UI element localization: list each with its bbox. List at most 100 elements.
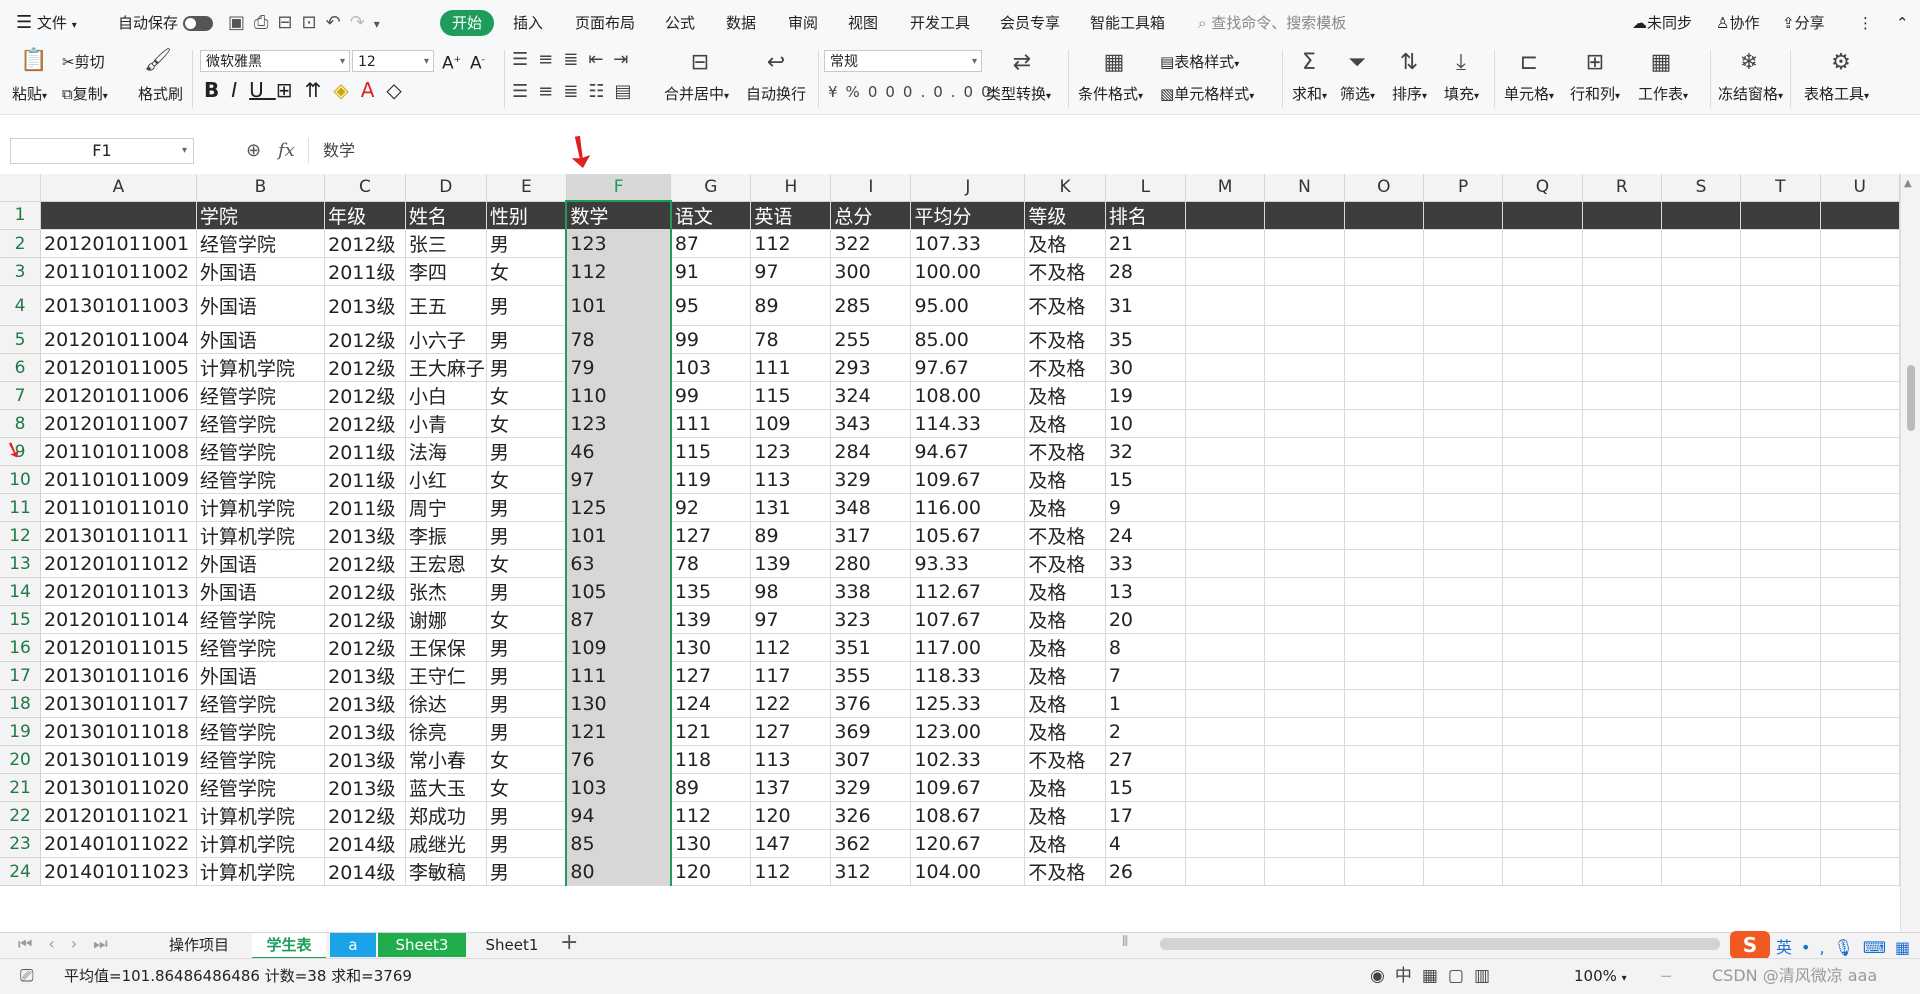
table-cell[interactable] [1502,829,1583,858]
table-cell[interactable] [1264,577,1345,606]
table-cell[interactable] [1344,661,1424,690]
table-cell[interactable] [1820,381,1900,410]
table-cell[interactable] [1423,661,1504,690]
table-cell[interactable]: 女 [486,409,567,438]
sogou-ime-logo-icon[interactable]: S [1730,931,1770,959]
table-cell[interactable]: 112 [750,857,832,886]
table-cell[interactable] [1661,353,1742,382]
table-cell[interactable]: 及格 [1024,465,1106,494]
table-cell[interactable]: 326 [830,801,912,830]
table-cell[interactable]: 2011级 [324,465,406,494]
table-cell[interactable] [1820,801,1900,830]
grid-menu-icon[interactable]: ▦ [1895,938,1919,957]
table-cell[interactable] [1740,829,1821,858]
table-cell[interactable] [1185,549,1266,578]
table-cell[interactable] [1661,493,1742,522]
align-left-icon[interactable]: ☰ [512,81,538,102]
table-cell[interactable]: 120.67 [910,829,1026,858]
share-button[interactable]: ⇪分享 [1782,10,1825,36]
table-cell[interactable]: 不及格 [1024,257,1106,286]
table-cell[interactable]: 285 [830,285,912,326]
table-cell[interactable]: 317 [830,521,912,550]
table-cell[interactable]: 338 [830,577,912,606]
table-cell[interactable]: 女 [486,257,567,286]
table-cell[interactable] [1502,493,1583,522]
table-cell[interactable] [1502,801,1583,830]
table-cell[interactable] [1820,689,1900,718]
table-cell[interactable]: 107.67 [910,605,1026,634]
table-cell[interactable] [1185,437,1266,466]
table-cell[interactable]: 109 [565,633,672,662]
table-cell[interactable]: 2 [1105,717,1186,746]
table-cell[interactable]: 130 [565,689,672,718]
table-cell[interactable]: 2011级 [324,437,406,466]
more-icon[interactable]: ▾ [374,17,389,31]
table-cell[interactable] [1423,857,1504,886]
filter-button[interactable]: 筛选▾ [1340,84,1375,107]
table-cell[interactable] [1185,381,1266,410]
header-cell[interactable] [1185,201,1266,230]
table-cell[interactable]: 280 [830,549,912,578]
table-cell[interactable]: 130 [670,633,752,662]
table-cell[interactable]: 31 [1105,285,1186,326]
table-cell[interactable]: 348 [830,493,912,522]
table-cell[interactable]: 92 [670,493,752,522]
print-icon[interactable]: ⊟ [277,12,301,33]
tab-home[interactable]: 开始 [440,10,495,36]
table-cell[interactable] [1820,325,1900,354]
table-cell[interactable]: 324 [830,381,912,410]
table-cell[interactable]: 不及格 [1024,549,1106,578]
row-header[interactable]: 5 [0,325,42,354]
table-cell[interactable]: 98 [750,577,832,606]
table-cell[interactable]: 及格 [1024,829,1106,858]
table-cell[interactable]: 100.00 [910,257,1026,286]
table-cell[interactable]: 121 [670,717,752,746]
header-cell[interactable]: 总分 [830,201,912,230]
column-header-h[interactable]: H [750,174,832,202]
table-cell[interactable] [1502,229,1583,258]
table-cell[interactable]: 女 [486,605,567,634]
table-cell[interactable] [1661,773,1742,802]
table-cell[interactable] [1582,577,1662,606]
table-cell[interactable]: 不及格 [1024,521,1106,550]
table-cell[interactable]: 1 [1105,689,1186,718]
table-cell[interactable]: 80 [565,857,672,886]
table-cell[interactable]: 蓝大玉 [405,773,487,802]
table-cell[interactable]: 103 [565,773,672,802]
table-cell[interactable]: 97 [750,257,832,286]
column-header-t[interactable]: T [1740,174,1821,202]
table-cell[interactable] [1661,829,1742,858]
table-cell[interactable] [1661,661,1742,690]
sheet-tab-sheet3[interactable]: Sheet3 [378,933,466,957]
paste-button[interactable]: 粘贴▾ [12,84,47,107]
table-cell[interactable] [1344,829,1424,858]
table-cell[interactable]: 201201011001 [40,229,197,258]
table-cell[interactable]: 不及格 [1024,353,1106,382]
table-cell[interactable] [1185,285,1266,326]
table-cell[interactable]: 101 [565,521,672,550]
table-cell[interactable] [1661,577,1742,606]
table-cell[interactable]: 27 [1105,745,1186,774]
table-cell[interactable]: 外国语 [196,285,326,326]
table-cell[interactable]: 15 [1105,465,1186,494]
table-cell[interactable]: 201401011023 [40,857,197,886]
table-cell[interactable] [1582,605,1662,634]
column-header-r[interactable]: R [1582,174,1662,202]
row-header[interactable]: 7 [0,381,42,410]
header-cell[interactable] [1582,201,1662,230]
row-header[interactable]: 24 [0,857,42,886]
sheet-tab-a[interactable]: a [330,933,376,957]
table-cell[interactable] [1582,493,1662,522]
border-icon[interactable]: ⊞ [276,78,305,102]
table-cell[interactable] [1661,257,1742,286]
row-header[interactable]: 1 [0,201,42,230]
zoom-lookup-icon[interactable]: ⊕ [246,138,261,164]
table-cell[interactable]: 300 [830,257,912,286]
table-cell[interactable] [1740,661,1821,690]
tab-view[interactable]: 视图 [848,10,878,36]
paste-icon[interactable]: 📋 [14,46,54,76]
table-cell[interactable]: 112.67 [910,577,1026,606]
table-cell[interactable]: 30 [1105,353,1186,382]
indent-decrease-icon[interactable]: ⇤ [588,49,613,70]
table-cell[interactable] [1264,465,1345,494]
